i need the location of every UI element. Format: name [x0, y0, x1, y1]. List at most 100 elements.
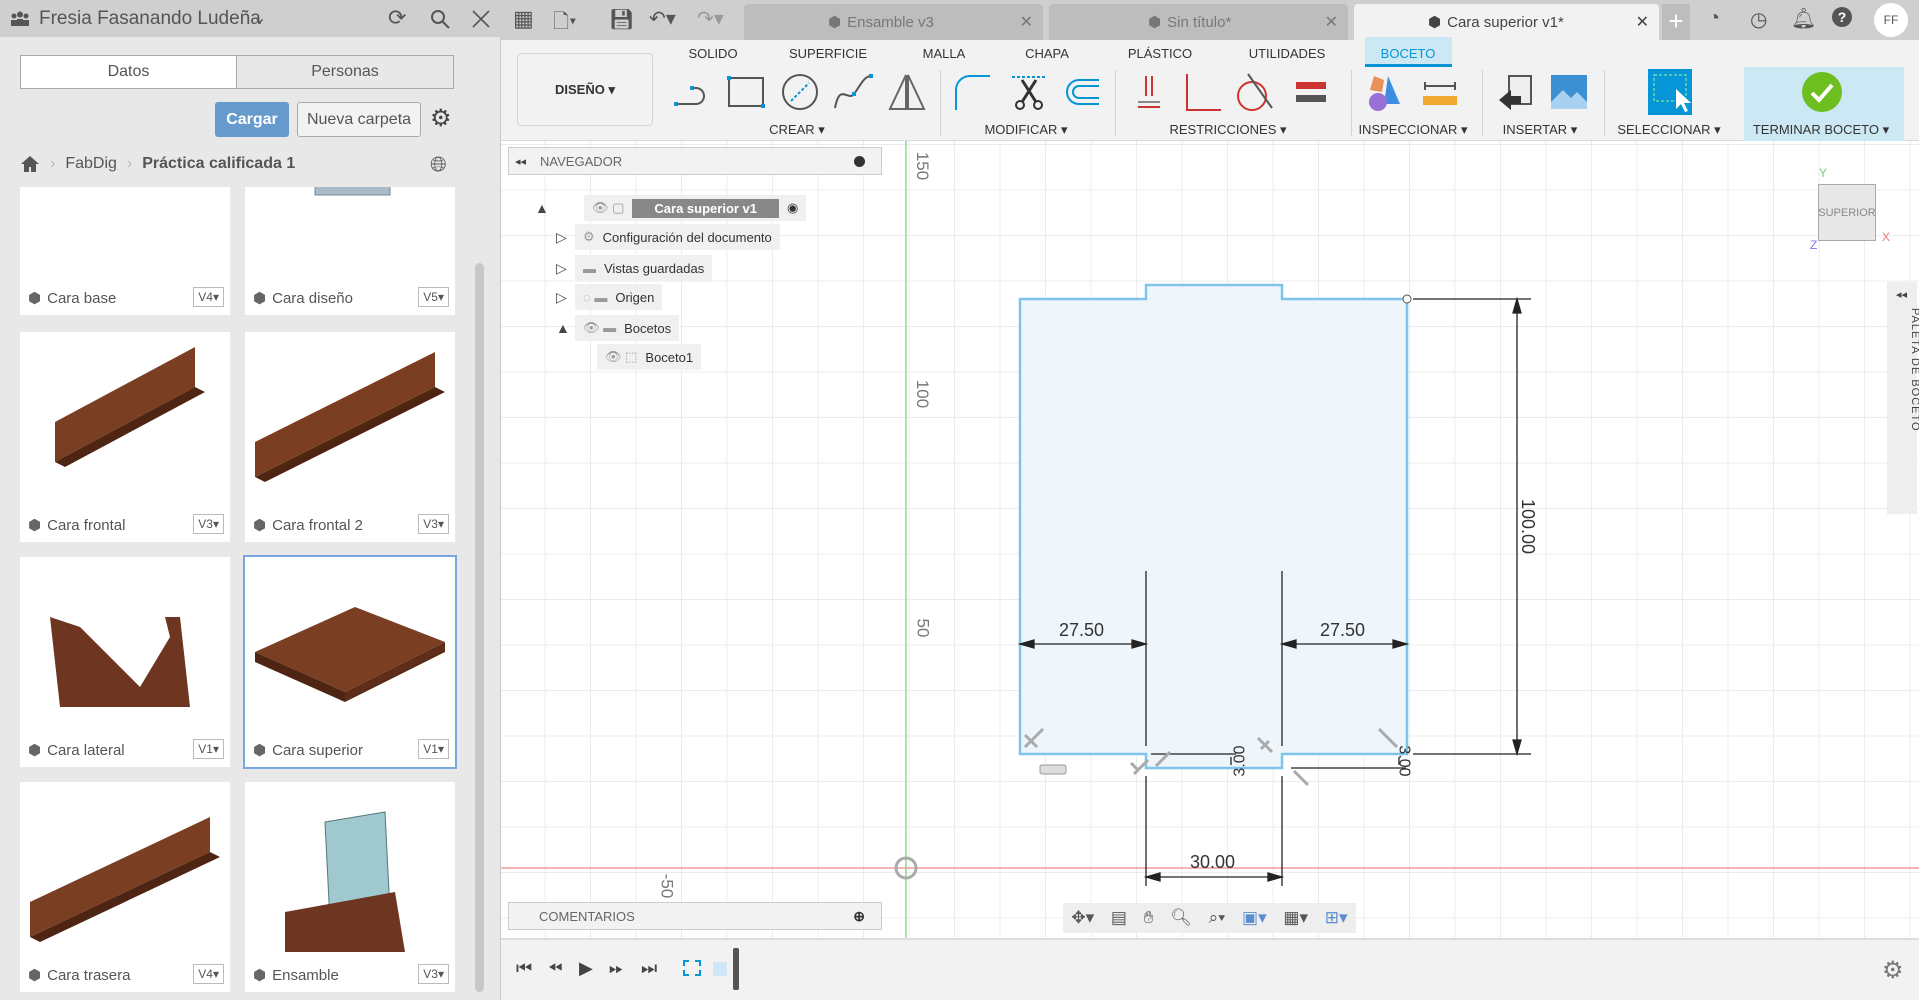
- look-at-icon[interactable]: ▤: [1111, 908, 1127, 928]
- tangent-constraint-icon[interactable]: [1234, 72, 1276, 112]
- insert-image-icon[interactable]: [1548, 72, 1590, 112]
- toolbar-tab-1[interactable]: SUPERFICIE: [789, 46, 867, 61]
- user-name[interactable]: Fresia Fasanando Ludeña: [39, 8, 261, 30]
- file-card[interactable]: ⬢ Cara trasera V4▾: [20, 782, 230, 992]
- browser-node[interactable]: ⚙ Configuración del documento: [575, 224, 780, 250]
- toolbar-tab-3[interactable]: CHAPA: [1025, 46, 1069, 61]
- tab-ensamble[interactable]: ⬢ Ensamble v3 ✕: [744, 4, 1043, 40]
- extensions-icon[interactable]: ◔: [1708, 7, 1720, 30]
- refresh-icon[interactable]: ⟳: [388, 5, 406, 31]
- browser-node[interactable]: 👁︎ ▢ Cara superior v1 ◉: [584, 195, 807, 221]
- browser-panel-header[interactable]: ◂◂ NAVEGADOR: [508, 147, 882, 175]
- breadcrumb-item[interactable]: FabDig: [65, 155, 117, 173]
- apps-grid-icon[interactable]: ▦: [513, 6, 534, 32]
- toolbar-tab-2[interactable]: MALLA: [923, 46, 966, 61]
- mirror-tool-icon[interactable]: [886, 72, 928, 112]
- version-dropdown[interactable]: V4▾: [193, 964, 224, 984]
- search-icon[interactable]: [430, 9, 450, 29]
- timeline-marker[interactable]: [733, 948, 739, 990]
- version-dropdown[interactable]: V1▾: [418, 739, 449, 759]
- equal-constraint-icon[interactable]: [1290, 72, 1332, 112]
- version-dropdown[interactable]: V4▾: [193, 287, 224, 307]
- viewcube[interactable]: SUPERIOR: [1818, 184, 1876, 241]
- perpendicular-constraint-icon[interactable]: [1181, 72, 1223, 112]
- close-tab-icon[interactable]: ✕: [1325, 12, 1338, 32]
- job-status-icon[interactable]: ◷: [1750, 7, 1767, 32]
- gear-icon[interactable]: ⚙: [430, 104, 452, 133]
- toolbar-group-4[interactable]: INSERTAR ▾: [1503, 122, 1578, 138]
- dimension-right-width[interactable]: 27.50: [1320, 620, 1365, 641]
- step-back-icon[interactable]: ⏪︎: [548, 958, 562, 979]
- expand-toggle-icon[interactable]: ▷: [556, 229, 567, 246]
- go-to-end-icon[interactable]: ⏭︎: [641, 958, 657, 979]
- trim-tool-icon[interactable]: [1008, 72, 1050, 112]
- grid-settings-icon[interactable]: ▦▾: [1283, 908, 1308, 928]
- zoom-window-icon[interactable]: ⌕▾: [1209, 908, 1226, 928]
- spline-tool-icon[interactable]: [832, 72, 874, 112]
- help-icon[interactable]: ?: [1832, 7, 1852, 27]
- version-dropdown[interactable]: V1▾: [193, 739, 224, 759]
- toolbar-tab-0[interactable]: SOLIDO: [688, 46, 737, 61]
- toolbar-group-3[interactable]: INSPECCIONAR ▾: [1358, 122, 1467, 138]
- coincident-constraint-icon[interactable]: [1128, 72, 1170, 112]
- toolbar-tab-6[interactable]: BOCETO: [1381, 46, 1436, 61]
- expand-toggle-icon[interactable]: ▷: [556, 260, 567, 277]
- select-icon[interactable]: [1646, 67, 1694, 117]
- toolbar-group-2[interactable]: RESTRICCIONES ▾: [1169, 122, 1286, 138]
- close-tab-icon[interactable]: ✕: [1020, 12, 1033, 32]
- pan-icon[interactable]: ✋︎: [1144, 908, 1154, 928]
- version-dropdown[interactable]: V3▾: [418, 514, 449, 534]
- orbit-icon[interactable]: ✥▾: [1071, 908, 1094, 928]
- breadcrumb-item[interactable]: Práctica calificada 1: [142, 155, 295, 173]
- workspace-dropdown[interactable]: DISEÑO ▾: [517, 53, 653, 126]
- inspect-icon[interactable]: [1364, 72, 1406, 112]
- dimension-notch-depth-right[interactable]: 3.00: [1395, 745, 1413, 776]
- measure-icon[interactable]: [1419, 72, 1461, 112]
- toolbar-tab-5[interactable]: UTILIDADES: [1249, 46, 1326, 61]
- dimension-height[interactable]: 100.00: [1517, 499, 1538, 554]
- viewports-icon[interactable]: ⊞▾: [1325, 908, 1348, 928]
- file-card[interactable]: ⬢ Cara diseño V5▾: [245, 187, 455, 315]
- scrollbar[interactable]: [475, 263, 484, 992]
- version-dropdown[interactable]: V3▾: [193, 514, 224, 534]
- expand-toggle-icon[interactable]: ▷: [556, 289, 567, 306]
- file-card[interactable]: ⬢ Cara frontal V3▾: [20, 332, 230, 542]
- zoom-icon[interactable]: 🔍︎: [1170, 908, 1192, 928]
- expand-toggle-icon[interactable]: ▲: [535, 200, 549, 216]
- dimension-notch-depth-left[interactable]: 3.00: [1232, 745, 1250, 776]
- add-comment-icon[interactable]: ⊕: [853, 908, 865, 925]
- dimension-left-width[interactable]: 27.50: [1059, 620, 1104, 641]
- fillet-tool-icon[interactable]: [952, 72, 994, 112]
- file-icon[interactable]: 🗋︎▾: [553, 7, 576, 41]
- tab-datos[interactable]: Datos: [20, 55, 237, 89]
- globe-icon[interactable]: 🌐︎: [430, 153, 447, 177]
- gear-icon[interactable]: ⚙: [1882, 956, 1904, 985]
- toolbar-tab-4[interactable]: PLÁSTICO: [1128, 46, 1192, 61]
- toolbar-group-0[interactable]: CREAR ▾: [769, 122, 825, 138]
- finish-sketch-icon[interactable]: [1801, 71, 1843, 113]
- feature-icon[interactable]: [713, 962, 727, 976]
- version-dropdown[interactable]: V3▾: [418, 964, 449, 984]
- version-dropdown[interactable]: V5▾: [418, 287, 449, 307]
- sketch-feature-icon[interactable]: [683, 960, 701, 976]
- insert-derive-icon[interactable]: [1495, 72, 1537, 112]
- offset-tool-icon[interactable]: [1061, 72, 1103, 112]
- rectangle-tool-icon[interactable]: [725, 72, 767, 112]
- collapse-icon[interactable]: ◂◂: [515, 155, 526, 168]
- file-card[interactable]: ⬢ Ensamble V3▾: [245, 782, 455, 992]
- go-to-start-icon[interactable]: ⏮︎: [516, 958, 532, 979]
- browser-node[interactable]: 👁︎ ⬚ Boceto1: [597, 344, 702, 370]
- notifications-icon[interactable]: 🔔︎: [1791, 6, 1816, 31]
- activate-radio-icon[interactable]: ◉: [787, 200, 798, 216]
- toolbar-group-5[interactable]: SELECCIONAR ▾: [1617, 122, 1720, 138]
- file-card[interactable]: ⬢ Cara superior V1▾: [243, 555, 457, 769]
- toolbar-group-6[interactable]: TERMINAR BOCETO ▾: [1753, 122, 1889, 138]
- chevron-down-icon[interactable]: ⌄: [253, 8, 266, 28]
- tab-personas[interactable]: Personas: [236, 55, 454, 89]
- play-icon[interactable]: ▶: [579, 958, 593, 979]
- close-tab-icon[interactable]: ✕: [1636, 12, 1649, 32]
- file-card[interactable]: ⬢ Cara base V4▾: [20, 187, 230, 315]
- home-icon[interactable]: [20, 155, 40, 173]
- circle-tool-icon[interactable]: [779, 72, 821, 112]
- upload-button[interactable]: Cargar: [215, 102, 289, 137]
